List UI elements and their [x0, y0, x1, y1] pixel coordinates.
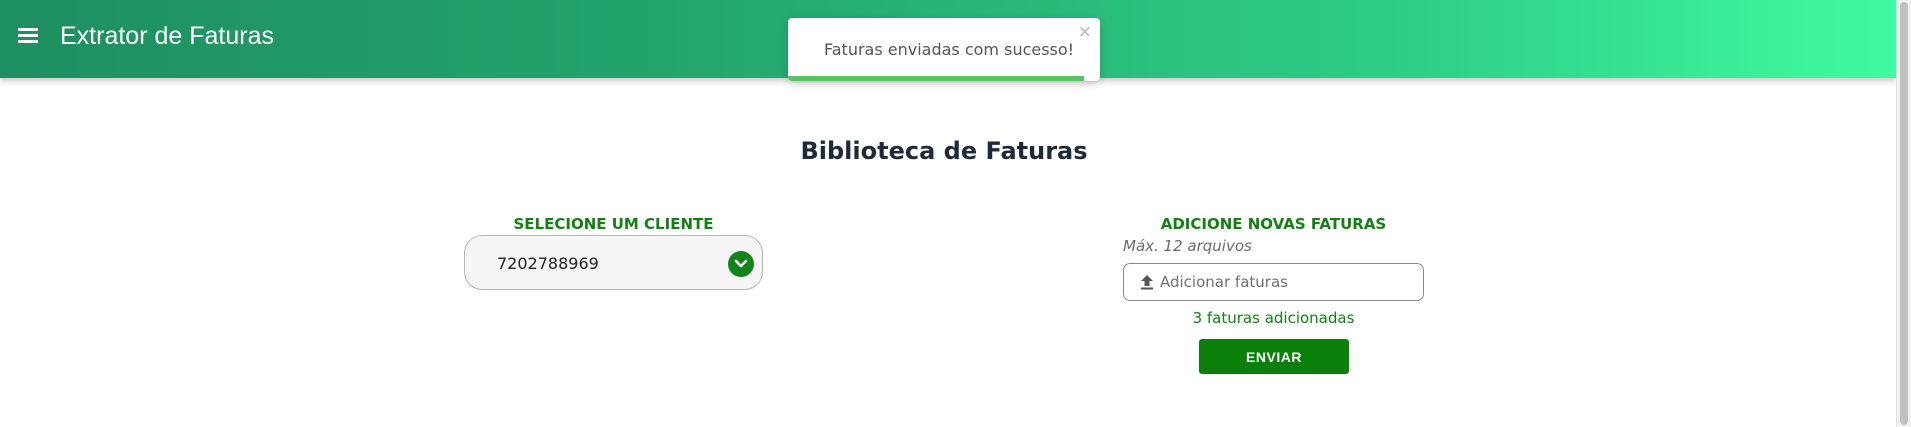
close-icon[interactable]: ×: [1078, 24, 1092, 41]
page-title: Biblioteca de Faturas: [800, 137, 1088, 165]
files-added-count: 3 faturas adicionadas: [1192, 309, 1355, 327]
chevron-down-icon[interactable]: [728, 251, 754, 277]
max-files-hint: Máx. 12 arquivos: [1123, 237, 1252, 255]
client-section-label: SELECIONE UM CLIENTE: [513, 215, 714, 233]
scrollbar-thumb[interactable]: [1900, 2, 1908, 425]
hamburger-menu-icon[interactable]: [18, 28, 38, 44]
invoices-section-label: ADICIONE NOVAS FATURAS: [1160, 215, 1387, 233]
upload-icon: [1140, 274, 1154, 295]
client-select-value: 7202788969: [497, 254, 599, 273]
toast-progress-bar: [788, 76, 1085, 81]
success-toast: Faturas enviadas com sucesso! ×: [788, 18, 1100, 81]
add-invoices-input[interactable]: Adicionar faturas: [1123, 263, 1424, 301]
app-title: Extrator de Faturas: [60, 22, 274, 50]
vertical-scrollbar[interactable]: [1896, 0, 1911, 427]
add-invoices-placeholder: Adicionar faturas: [1160, 273, 1288, 291]
toast-message: Faturas enviadas com sucesso!: [824, 40, 1075, 59]
send-button[interactable]: ENVIAR: [1199, 339, 1349, 374]
client-select[interactable]: 7202788969: [464, 235, 763, 290]
